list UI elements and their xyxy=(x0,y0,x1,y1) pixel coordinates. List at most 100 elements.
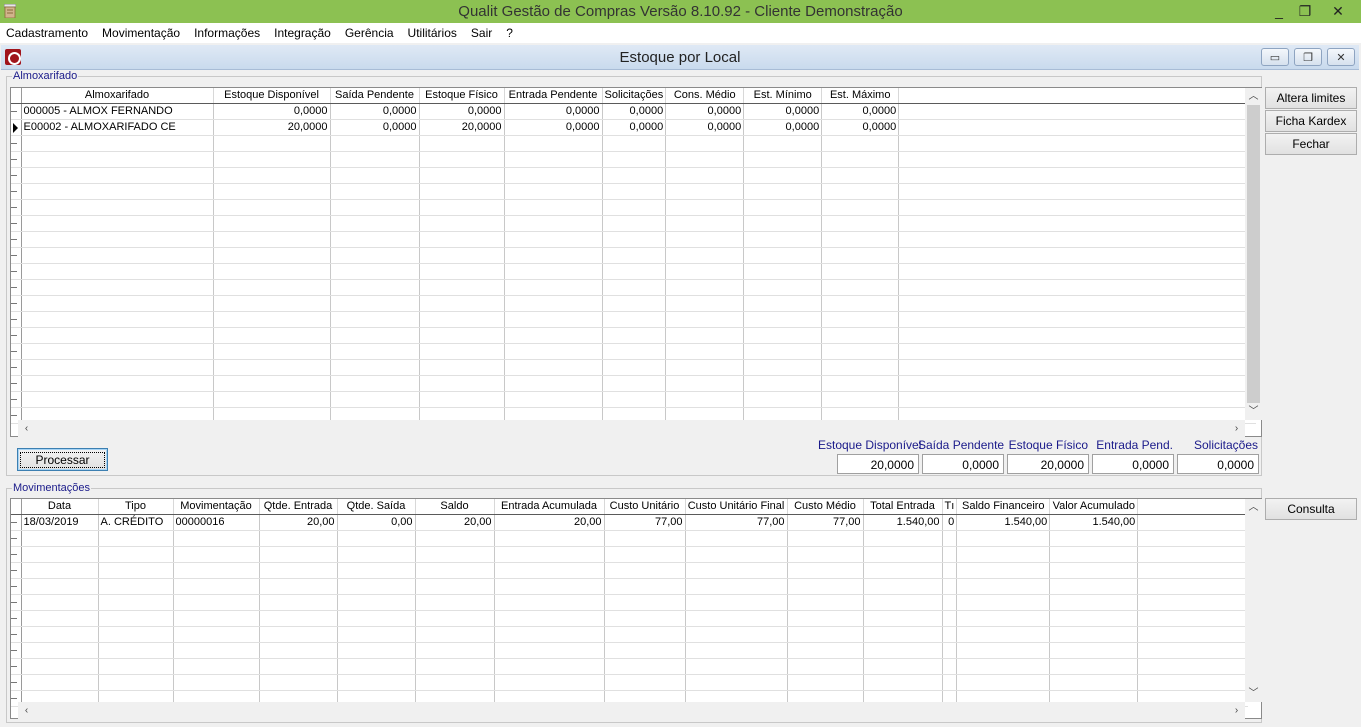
table-cell[interactable] xyxy=(956,594,1051,611)
chevron-down-icon[interactable]: ﹀ xyxy=(1245,685,1262,702)
chevron-right-icon[interactable]: › xyxy=(1228,420,1245,437)
table-cell[interactable] xyxy=(604,642,686,659)
empty-row[interactable] xyxy=(11,375,1256,392)
table-cell[interactable] xyxy=(330,183,420,200)
col-cons-medio[interactable]: Cons. Médio xyxy=(665,88,745,104)
table-cell[interactable] xyxy=(743,183,823,200)
table-cell[interactable]: 000005 - ALMOX FERNANDO xyxy=(21,103,214,120)
col-valor-acumulado[interactable]: Valor Acumulado xyxy=(1049,499,1139,515)
table-cell[interactable] xyxy=(213,247,331,264)
table-cell[interactable] xyxy=(98,610,174,627)
table-cell[interactable] xyxy=(821,295,900,312)
empty-row[interactable] xyxy=(11,311,1256,328)
table-cell[interactable]: 20,00 xyxy=(494,514,605,531)
table-cell[interactable] xyxy=(863,674,943,691)
table-cell[interactable] xyxy=(259,594,338,611)
table-cell[interactable] xyxy=(21,658,99,675)
table-cell[interactable] xyxy=(956,658,1051,675)
table-cell[interactable] xyxy=(259,578,338,595)
table-cell[interactable] xyxy=(504,391,603,408)
almoxarifado-vscroll[interactable]: ︿ ﹀ xyxy=(1245,88,1262,420)
table-cell[interactable] xyxy=(821,231,900,248)
table-cell[interactable] xyxy=(173,674,260,691)
table-cell[interactable] xyxy=(98,626,174,643)
table-cell[interactable] xyxy=(504,327,603,344)
empty-row[interactable] xyxy=(11,231,1256,248)
empty-row[interactable] xyxy=(11,530,1248,547)
table-cell[interactable] xyxy=(743,375,823,392)
table-cell[interactable] xyxy=(415,658,495,675)
row-indicator[interactable] xyxy=(11,562,22,579)
col-data[interactable]: Data xyxy=(21,499,99,515)
row-indicator[interactable] xyxy=(11,327,22,344)
row-indicator[interactable] xyxy=(11,151,22,168)
table-cell[interactable] xyxy=(743,247,823,264)
table-cell[interactable] xyxy=(942,562,958,579)
table-cell[interactable] xyxy=(604,578,686,595)
table-cell[interactable] xyxy=(21,183,214,200)
empty-row[interactable] xyxy=(11,135,1256,152)
table-cell[interactable] xyxy=(504,311,603,328)
table-cell[interactable] xyxy=(419,199,505,216)
empty-row[interactable] xyxy=(11,642,1248,659)
col-movimentacao[interactable]: Movimentação xyxy=(173,499,260,515)
table-cell[interactable]: 20,00 xyxy=(415,514,495,531)
table-cell[interactable] xyxy=(685,594,788,611)
table-cell[interactable] xyxy=(743,263,823,280)
table-cell[interactable] xyxy=(494,594,605,611)
table-cell[interactable] xyxy=(602,135,667,152)
table-cell[interactable]: E00002 - ALMOXARIFADO CE xyxy=(21,119,214,136)
table-cell[interactable] xyxy=(602,183,667,200)
chevron-up-icon[interactable]: ︿ xyxy=(1245,88,1262,105)
table-cell[interactable] xyxy=(1049,642,1139,659)
table-cell[interactable] xyxy=(419,247,505,264)
table-cell[interactable]: 1.540,00 xyxy=(1049,514,1139,531)
table-cell[interactable] xyxy=(956,674,1051,691)
table-cell[interactable] xyxy=(821,135,900,152)
table-cell[interactable] xyxy=(259,674,338,691)
table-cell[interactable] xyxy=(330,359,420,376)
table-cell[interactable] xyxy=(419,311,505,328)
table-cell[interactable] xyxy=(337,674,416,691)
table-cell[interactable] xyxy=(330,199,420,216)
table-cell[interactable] xyxy=(213,167,331,184)
table-cell[interactable] xyxy=(504,151,603,168)
table-cell[interactable] xyxy=(21,327,214,344)
table-cell[interactable] xyxy=(173,658,260,675)
table-row[interactable]: 000005 - ALMOX FERNANDO 0,0000 0,0000 0,000… xyxy=(11,103,1256,120)
table-cell[interactable]: 1.540,00 xyxy=(956,514,1051,531)
col-entrada-acumulada[interactable]: Entrada Acumulada xyxy=(494,499,605,515)
table-cell[interactable] xyxy=(821,327,900,344)
row-indicator[interactable] xyxy=(11,530,22,547)
table-cell[interactable] xyxy=(98,530,174,547)
table-cell[interactable] xyxy=(494,658,605,675)
table-cell[interactable] xyxy=(942,610,958,627)
table-cell[interactable] xyxy=(259,626,338,643)
table-cell[interactable] xyxy=(602,375,667,392)
col-qtde-saida[interactable]: Qtde. Saída xyxy=(337,499,416,515)
chevron-up-icon[interactable]: ︿ xyxy=(1245,499,1262,516)
row-indicator[interactable] xyxy=(11,658,22,675)
table-cell[interactable] xyxy=(602,343,667,360)
table-cell[interactable] xyxy=(602,167,667,184)
table-cell[interactable] xyxy=(821,167,900,184)
table-cell[interactable] xyxy=(21,674,99,691)
table-cell[interactable] xyxy=(956,578,1051,595)
table-cell[interactable] xyxy=(821,279,900,296)
table-cell[interactable] xyxy=(259,546,338,563)
table-cell[interactable]: 0,0000 xyxy=(821,103,900,120)
consulta-button[interactable]: Consulta xyxy=(1265,498,1357,520)
table-cell[interactable] xyxy=(942,546,958,563)
window-minimize-button[interactable]: ▭ xyxy=(1261,48,1289,66)
table-cell[interactable] xyxy=(1049,546,1139,563)
table-cell[interactable] xyxy=(956,626,1051,643)
table-cell[interactable] xyxy=(337,610,416,627)
table-cell[interactable] xyxy=(98,674,174,691)
table-cell[interactable] xyxy=(213,279,331,296)
table-cell[interactable] xyxy=(743,359,823,376)
table-cell[interactable] xyxy=(1049,594,1139,611)
col-tipo[interactable]: Tipo xyxy=(98,499,174,515)
col-est-maximo[interactable]: Est. Máximo xyxy=(821,88,900,104)
table-cell[interactable]: 77,00 xyxy=(604,514,686,531)
table-cell[interactable]: 0,0000 xyxy=(330,119,420,136)
